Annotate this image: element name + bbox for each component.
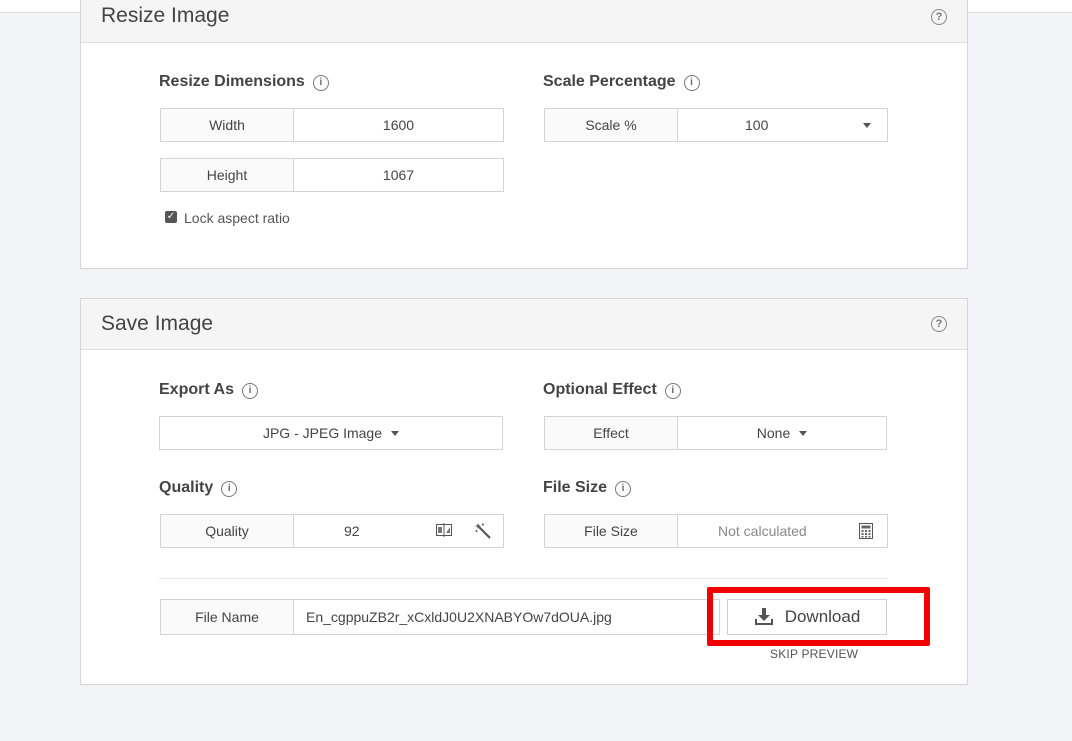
file-name-caption: File Name [161, 600, 294, 634]
resize-dimensions-label: Resize Dimensions i [159, 73, 329, 91]
width-input[interactable]: 1600 [294, 109, 503, 141]
info-icon[interactable]: i [615, 481, 632, 497]
quality-caption: Quality [161, 515, 294, 547]
file-size-value: Not calculated [718, 523, 807, 539]
quality-field: Quality 92 [160, 514, 504, 548]
quality-input[interactable]: 92 [294, 515, 503, 547]
height-caption: Height [161, 159, 294, 191]
scale-field: Scale % 100 [544, 108, 888, 142]
height-field: Height 1067 [160, 158, 504, 192]
lock-aspect-checkbox[interactable]: ✓ [165, 211, 177, 223]
effect-value: None [756, 425, 791, 441]
scale-percentage-label: Scale Percentage i [543, 73, 700, 91]
info-icon[interactable]: i [664, 383, 681, 399]
scale-select[interactable]: 100 [678, 109, 887, 141]
chevron-down-icon [799, 430, 808, 436]
save-panel-header: Save Image ? [81, 299, 967, 350]
scale-value: 100 [745, 117, 769, 133]
width-caption: Width [161, 109, 294, 141]
file-size-caption: File Size [545, 515, 678, 547]
file-size-value-box: Not calculated [678, 515, 887, 547]
file-size-label: File Size i [543, 479, 632, 497]
chevron-down-icon [391, 430, 400, 436]
info-icon[interactable]: i [312, 75, 329, 91]
quality-label: Quality i [159, 479, 238, 497]
resize-panel-title: Resize Image [101, 4, 230, 27]
file-name-value: En_cgppuZB2r_xCxldJ0U2XNABYOw7dOUA.jpg [306, 609, 612, 625]
optional-effect-label: Optional Effect i [543, 381, 681, 399]
scale-caption: Scale % [545, 109, 678, 141]
calculator-icon[interactable] [859, 523, 873, 539]
lock-aspect-label[interactable]: Lock aspect ratio [184, 210, 290, 226]
effect-select[interactable]: None [678, 417, 886, 449]
height-input[interactable]: 1067 [294, 159, 503, 191]
width-field: Width 1600 [160, 108, 504, 142]
effect-caption: Effect [545, 417, 678, 449]
compare-icon[interactable] [436, 523, 452, 537]
export-as-label: Export As i [159, 381, 258, 399]
quality-value: 92 [344, 523, 360, 539]
help-icon[interactable]: ? [931, 9, 947, 25]
divider [159, 578, 887, 579]
chevron-down-icon [863, 123, 871, 128]
magic-wand-icon[interactable] [475, 523, 491, 539]
info-icon[interactable]: i [221, 481, 238, 497]
resize-panel-header: Resize Image ? [81, 0, 967, 43]
file-name-input[interactable]: En_cgppuZB2r_xCxldJ0U2XNABYOw7dOUA.jpg [294, 600, 719, 634]
help-icon[interactable]: ? [931, 316, 947, 332]
file-size-field: File Size Not calculated [544, 514, 888, 548]
save-panel-title: Save Image [101, 312, 214, 335]
export-as-value: JPG - JPEG Image [262, 425, 383, 441]
file-name-field: File Name En_cgppuZB2r_xCxldJ0U2XNABYOw7… [160, 599, 720, 635]
export-as-select[interactable]: JPG - JPEG Image [159, 416, 503, 450]
info-icon[interactable]: i [683, 75, 700, 91]
info-icon[interactable]: i [241, 383, 258, 399]
highlight-box [707, 587, 930, 646]
skip-preview-link[interactable]: SKIP PREVIEW [770, 647, 858, 661]
effect-field: Effect None [544, 416, 887, 450]
